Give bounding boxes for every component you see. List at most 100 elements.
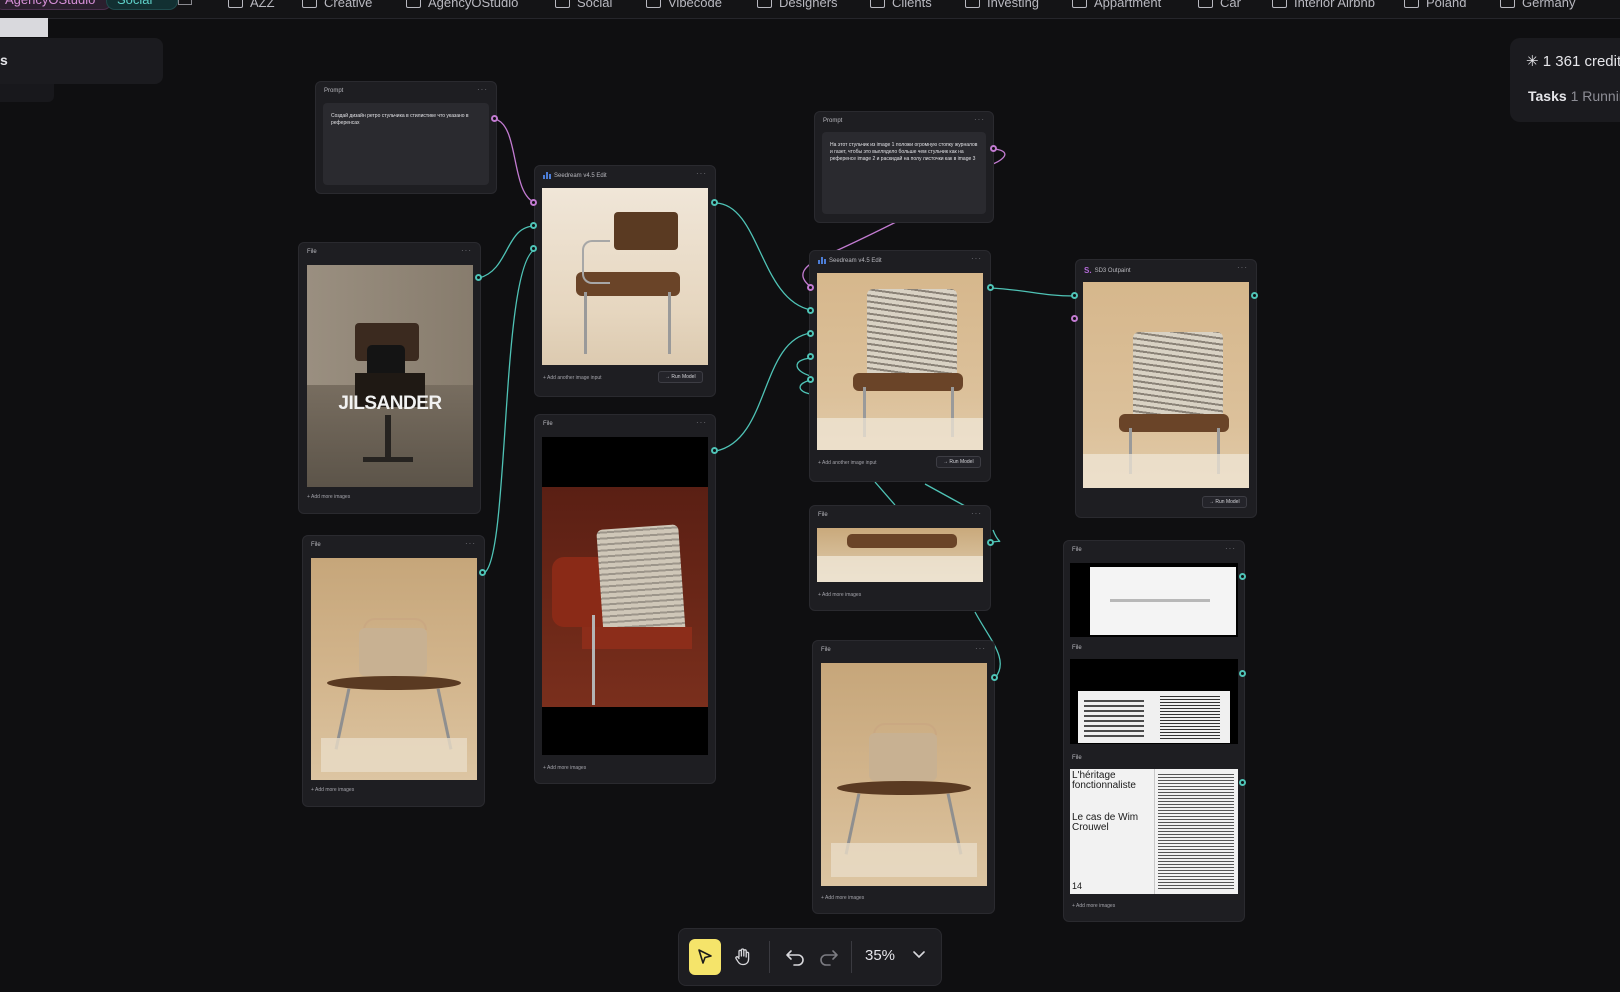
bookmark-folder[interactable]: Poland: [1404, 0, 1466, 10]
redo-button[interactable]: [813, 941, 845, 973]
image-preview: [1070, 563, 1238, 637]
add-image-input[interactable]: + Add another image input: [543, 375, 602, 381]
output-port[interactable]: [711, 447, 718, 454]
file-node-documents[interactable]: File ··· File File L'héritage fonctionna…: [1063, 540, 1245, 922]
more-icon[interactable]: ···: [971, 509, 982, 518]
input-port[interactable]: [807, 376, 814, 383]
image-preview: [311, 558, 477, 780]
bookmark-folder[interactable]: Car: [1198, 0, 1241, 10]
bookmark-folder[interactable]: Social: [555, 0, 612, 10]
input-port[interactable]: [530, 199, 537, 206]
run-model-button[interactable]: → Run Model: [1202, 496, 1247, 508]
tasks-display[interactable]: Tasks 1 Running: [1528, 88, 1620, 104]
more-icon[interactable]: ···: [465, 539, 476, 548]
more-icon[interactable]: ···: [461, 246, 472, 255]
add-more-images[interactable]: + Add more images: [311, 787, 354, 793]
bookmark-folder[interactable]: Vibecode: [646, 0, 722, 10]
wire-seedream2-wide1: [874, 481, 896, 506]
output-port[interactable]: [1251, 292, 1258, 299]
bookmark-folder[interactable]: Creative: [302, 0, 372, 10]
folder-icon: [406, 0, 421, 8]
add-image-input[interactable]: + Add another image input: [818, 460, 877, 466]
node-title: File: [821, 647, 831, 653]
file-node-wide[interactable]: File ··· + Add more images: [809, 505, 991, 611]
input-port[interactable]: [807, 330, 814, 337]
redo-icon: [820, 950, 838, 966]
file-node-red[interactable]: File ··· + Add more images: [534, 414, 716, 784]
add-more-images[interactable]: + Add more images: [307, 494, 350, 500]
prompt-text: Создай дизайн ретро стульчика в стилисти…: [331, 113, 469, 126]
input-port[interactable]: [807, 307, 814, 314]
tasks-status: 1 Running: [1570, 88, 1620, 104]
output-port[interactable]: [1239, 779, 1246, 786]
node-title: File: [311, 542, 321, 548]
file-node-bag-chair-2[interactable]: File ··· + Add more images: [812, 640, 995, 914]
output-port[interactable]: [987, 284, 994, 291]
prompt-textarea[interactable]: Создай дизайн ретро стульчика в стилисти…: [323, 103, 489, 185]
bookmark-folder[interactable]: Designers: [757, 0, 838, 10]
add-more-images[interactable]: + Add more images: [821, 895, 864, 901]
zoom-level[interactable]: 35%: [865, 947, 895, 964]
folder-icon: [1500, 0, 1515, 8]
bookmark-folder[interactable]: Appartment: [1072, 0, 1161, 10]
seedream-node-1[interactable]: Seedream v4.5 Edit ··· + Add another ima…: [534, 165, 716, 397]
output-port[interactable]: [475, 274, 482, 281]
more-icon[interactable]: ···: [477, 85, 488, 94]
credits-panel[interactable]: ✳ 1 361 credits Tasks 1 Running: [1510, 38, 1620, 122]
more-icon[interactable]: ···: [1237, 263, 1248, 272]
node-title: File: [1072, 547, 1082, 553]
file-node-jil-sander[interactable]: File ··· JILSANDER + Add more images: [298, 242, 481, 514]
output-port[interactable]: [991, 674, 998, 681]
prompt-node-1[interactable]: Prompt ··· Создай дизайн ретро стульчика…: [315, 81, 497, 194]
bookmark-folder[interactable]: Investing: [965, 0, 1039, 10]
add-more-images[interactable]: + Add more images: [1072, 903, 1115, 909]
output-port[interactable]: [990, 145, 997, 152]
more-icon[interactable]: ···: [971, 254, 982, 263]
output-port[interactable]: [987, 539, 994, 546]
file-node-bag-chair[interactable]: File ··· + Add more images: [302, 535, 485, 807]
undo-button[interactable]: [779, 941, 811, 973]
more-icon[interactable]: ···: [696, 169, 707, 178]
prompt-node-2[interactable]: Prompt ··· На этот стульчик из image 1 п…: [814, 111, 994, 223]
input-port[interactable]: [1071, 315, 1078, 322]
folder-icon: [555, 0, 570, 8]
more-icon[interactable]: ···: [975, 644, 986, 653]
apps-icon[interactable]: [178, 0, 192, 5]
output-port[interactable]: [491, 115, 498, 122]
sidebar-tab[interactable]: [0, 18, 48, 37]
wire-red-seedream2: [715, 332, 812, 452]
more-icon[interactable]: ···: [1225, 544, 1236, 553]
node-title: File: [307, 249, 317, 255]
hand-tool-button[interactable]: [727, 939, 759, 975]
image-preview: [542, 188, 708, 365]
output-port[interactable]: [1239, 573, 1246, 580]
output-port[interactable]: [711, 199, 718, 206]
project-panel[interactable]: s: [0, 38, 163, 84]
input-port[interactable]: [1071, 292, 1078, 299]
outpaint-node[interactable]: S. SD3 Outpaint ··· → Run Model: [1075, 259, 1257, 518]
input-port[interactable]: [530, 222, 537, 229]
chevron-down-icon[interactable]: [911, 947, 927, 963]
run-model-button[interactable]: → Run Model: [936, 456, 981, 468]
bookmark-pill-social[interactable]: Social: [106, 0, 178, 10]
seedream-node-2[interactable]: Seedream v4.5 Edit ··· + Add another ima…: [809, 250, 991, 482]
more-icon[interactable]: ···: [696, 418, 707, 427]
input-port[interactable]: [530, 245, 537, 252]
bookmark-folder[interactable]: Germany: [1500, 0, 1575, 10]
select-tool-button[interactable]: [689, 939, 721, 975]
folder-icon: [965, 0, 980, 8]
input-port[interactable]: [807, 353, 814, 360]
run-model-button[interactable]: → Run Model: [658, 371, 703, 383]
bookmark-folder[interactable]: Clients: [870, 0, 932, 10]
input-port[interactable]: [807, 284, 814, 291]
add-more-images[interactable]: + Add more images: [818, 592, 861, 598]
more-icon[interactable]: ···: [974, 115, 985, 124]
add-more-images[interactable]: + Add more images: [543, 765, 586, 771]
bookmark-pill-agency[interactable]: AgencyOStudio: [0, 0, 112, 10]
bookmark-folder[interactable]: Interior Airbnb: [1272, 0, 1375, 10]
output-port[interactable]: [479, 569, 486, 576]
output-port[interactable]: [1239, 670, 1246, 677]
prompt-textarea[interactable]: На этот стульчик из image 1 положи огром…: [822, 132, 986, 214]
bookmark-folder[interactable]: AZZ: [228, 0, 275, 10]
bookmark-folder[interactable]: AgencyOStudio: [406, 0, 518, 10]
